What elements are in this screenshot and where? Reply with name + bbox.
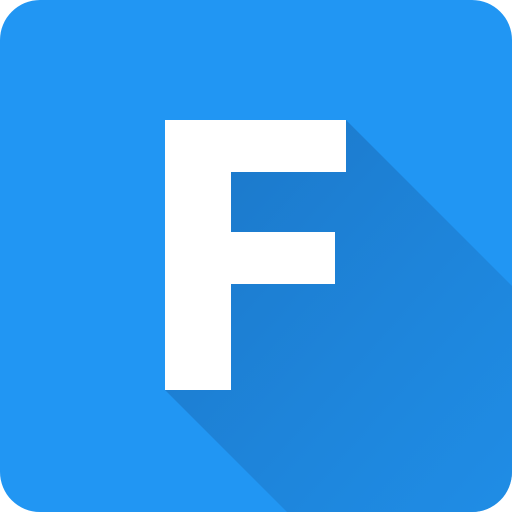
icon-graphic bbox=[0, 0, 512, 512]
app-icon: F bbox=[0, 0, 512, 512]
